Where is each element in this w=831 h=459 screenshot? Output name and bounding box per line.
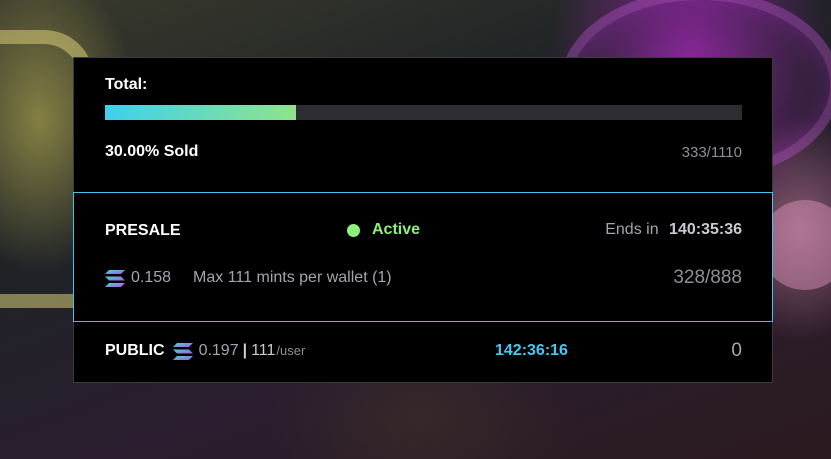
max-mints-text: Max 111 mints per wallet (1) <box>193 269 392 286</box>
public-title: PUBLIC <box>105 342 165 359</box>
public-section[interactable]: PUBLIC 0.197 | 111 /user 142:36:16 0 <box>74 322 772 382</box>
presale-price: 0.158 <box>131 269 172 286</box>
per-user-label: /user <box>276 343 306 358</box>
status-dot-icon <box>347 223 360 237</box>
presale-section[interactable]: PRESALE Active Ends in 140:35:36 0.158 M… <box>73 192 773 322</box>
ends-time: 140:35:36 <box>669 221 742 238</box>
sold-percent: 30.00% Sold <box>105 143 199 160</box>
solana-icon <box>172 342 193 360</box>
total-count: 333/1110 <box>681 144 742 161</box>
public-info-row: PUBLIC 0.197 | 111 /user <box>105 342 305 360</box>
separator: | <box>242 342 248 359</box>
mint-panel: Total: 30.00% Sold 333/1110 PRESALE Acti… <box>73 57 773 383</box>
progress-bar <box>105 105 742 120</box>
public-price: 0.197 <box>198 342 239 359</box>
presale-countdown: Ends in 140:35:36 <box>605 221 742 239</box>
total-label: Total: <box>105 76 148 93</box>
presale-price-row: 0.158 Max 111 mints per wallet (1) <box>105 269 392 287</box>
public-count: 0 <box>731 340 742 361</box>
public-countdown: 142:36:16 <box>495 342 568 359</box>
status-text: Active <box>372 221 421 238</box>
total-section: Total: 30.00% Sold 333/1110 <box>74 58 772 192</box>
presale-count: 328/888 <box>673 267 742 288</box>
solana-icon <box>105 269 125 287</box>
presale-title: PRESALE <box>105 222 181 239</box>
ends-label: Ends in <box>605 221 659 238</box>
status-badge: Active <box>347 221 420 239</box>
public-limit: 111 <box>251 342 276 359</box>
progress-fill <box>105 105 297 120</box>
